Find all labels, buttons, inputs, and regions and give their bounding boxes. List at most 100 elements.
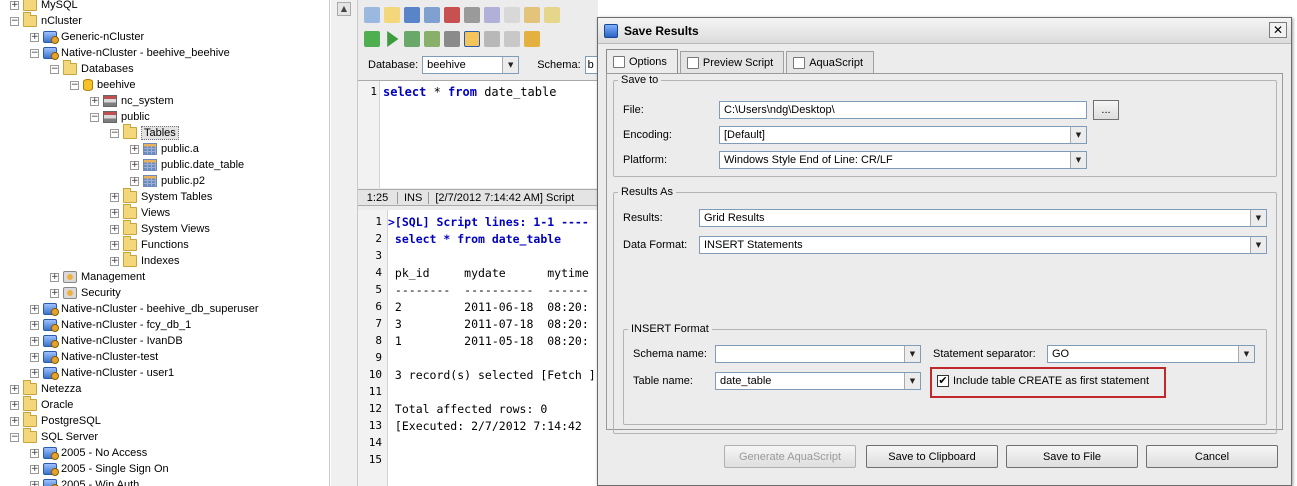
tree-item[interactable]: − Native-nCluster - beehive_beehive xyxy=(30,45,230,61)
expand-icon[interactable]: + xyxy=(130,144,139,154)
tree-item[interactable]: + Native-nCluster - fcy_db_1 xyxy=(30,317,191,333)
new-script-icon[interactable] xyxy=(364,7,380,23)
expand-icon[interactable]: + xyxy=(10,0,19,10)
expand-icon[interactable]: + xyxy=(110,224,119,234)
save-all-icon[interactable] xyxy=(424,7,440,23)
collapse-icon[interactable]: − xyxy=(90,112,99,122)
tree-item[interactable]: − beehive xyxy=(70,77,136,93)
collapse-icon[interactable]: − xyxy=(70,80,79,90)
tree-item[interactable]: − SQL Server xyxy=(10,428,98,445)
save-to-clipboard-button[interactable]: Save to Clipboard xyxy=(866,445,998,468)
scroll-up-arrow-icon[interactable]: ▲ xyxy=(337,2,351,16)
chevron-down-icon[interactable]: ▼ xyxy=(904,373,920,389)
execute-selection-icon[interactable] xyxy=(424,31,440,47)
table-name-select[interactable]: date_table ▼ xyxy=(715,372,921,390)
tree-item[interactable]: + Native-nCluster - beehive_db_superuser xyxy=(30,301,259,317)
schema-name-select[interactable]: ▼ xyxy=(715,345,921,363)
tree-item[interactable]: + Native-nCluster-test xyxy=(30,349,158,365)
tree-item[interactable]: +2005 - No Access xyxy=(30,445,147,461)
chevron-down-icon[interactable]: ▼ xyxy=(1070,152,1086,168)
include-create-label[interactable]: Include table CREATE as first statement xyxy=(953,375,1149,387)
chevron-down-icon[interactable]: ▼ xyxy=(1250,210,1266,226)
database-select[interactable]: beehive ▼ xyxy=(422,56,520,74)
browse-button[interactable]: ... xyxy=(1093,100,1119,120)
open-folder-icon[interactable] xyxy=(384,7,400,23)
expand-icon[interactable]: + xyxy=(130,160,139,170)
chevron-down-icon[interactable]: ▼ xyxy=(904,346,920,362)
tree-item[interactable]: + Generic-nCluster xyxy=(30,29,144,45)
statement-separator-select[interactable]: GO ▼ xyxy=(1047,345,1255,363)
expand-icon[interactable]: + xyxy=(30,304,39,314)
tree-item[interactable]: − Tables xyxy=(110,124,179,141)
tree-item[interactable]: + MySQL xyxy=(10,0,78,13)
left-splitter-scrollbar[interactable]: ▲ xyxy=(331,0,358,486)
execute-icon[interactable] xyxy=(387,31,399,47)
tree-item[interactable]: + System Views xyxy=(110,220,210,237)
expand-icon[interactable]: + xyxy=(30,352,39,362)
tree-item[interactable]: + Netezza xyxy=(10,380,81,397)
tree-item[interactable]: + Oracle xyxy=(10,396,73,413)
data-format-select[interactable]: INSERT Statements ▼ xyxy=(699,236,1267,254)
expand-icon[interactable]: + xyxy=(10,416,19,426)
tree-item[interactable]: +2005 - Win Auth xyxy=(30,477,139,486)
expand-icon[interactable]: + xyxy=(110,192,119,202)
expand-icon[interactable]: + xyxy=(30,32,39,42)
expand-icon[interactable]: + xyxy=(10,384,19,394)
tree-item[interactable]: +2005 - Single Sign On xyxy=(30,461,169,477)
expand-icon[interactable]: + xyxy=(50,272,59,282)
expand-icon[interactable]: + xyxy=(110,208,119,218)
tree-item[interactable]: − nCluster xyxy=(10,12,82,29)
tree-item[interactable]: + nc_system xyxy=(90,93,174,109)
schema-select[interactable]: b xyxy=(584,56,598,74)
expand-icon[interactable]: + xyxy=(110,240,119,250)
chevron-down-icon[interactable]: ▼ xyxy=(1070,127,1086,143)
paste-icon[interactable] xyxy=(524,7,540,23)
tree-item[interactable]: + PostgreSQL xyxy=(10,412,101,429)
sql-editor-pane[interactable]: 1 select * from date_table xyxy=(358,80,598,188)
execute-all-icon[interactable] xyxy=(364,31,380,47)
tree-item[interactable]: + Security xyxy=(50,285,121,301)
expand-icon[interactable]: + xyxy=(30,448,39,458)
tree-item[interactable]: + Views xyxy=(110,204,170,221)
expand-icon[interactable]: + xyxy=(30,480,39,486)
expand-icon[interactable]: + xyxy=(50,288,59,298)
collapse-icon[interactable]: − xyxy=(10,432,19,442)
next-result-icon[interactable] xyxy=(504,31,520,47)
tab-options[interactable]: Options xyxy=(606,49,678,73)
save-to-file-button[interactable]: Save to File xyxy=(1006,445,1138,468)
save-icon[interactable] xyxy=(404,7,420,23)
cut-icon[interactable] xyxy=(484,7,500,23)
tools-icon[interactable] xyxy=(524,31,540,47)
sql-text[interactable]: select * from date_table xyxy=(383,85,556,99)
include-create-row[interactable]: ✔ Include table CREATE as first statemen… xyxy=(937,375,1149,387)
file-input[interactable]: C:\Users\ndg\Desktop\ xyxy=(719,101,1087,119)
tree-item[interactable]: + Native-nCluster - IvanDB xyxy=(30,333,183,349)
expand-icon[interactable]: + xyxy=(30,336,39,346)
include-create-checkbox[interactable]: ✔ xyxy=(937,375,949,387)
expand-icon[interactable]: + xyxy=(30,320,39,330)
print-icon[interactable] xyxy=(464,7,480,23)
tab-preview-script[interactable]: Preview Script xyxy=(679,51,785,73)
tree-item[interactable]: + System Tables xyxy=(110,188,212,205)
tree-item[interactable]: + public.date_table xyxy=(130,157,244,173)
expand-icon[interactable]: + xyxy=(90,96,99,106)
cancel-button[interactable]: Cancel xyxy=(1146,445,1278,468)
prev-result-icon[interactable] xyxy=(484,31,500,47)
output-pane[interactable]: 1 >[SQL] Script lines: 1-1 ---- 2 select *… xyxy=(358,210,598,486)
tab-aquascript[interactable]: AquaScript xyxy=(786,51,875,73)
close-button[interactable]: ✕ xyxy=(1269,22,1287,38)
encoding-select[interactable]: [Default] ▼ xyxy=(719,126,1087,144)
tree-item[interactable]: − Databases xyxy=(50,60,134,77)
generate-aquascript-button[interactable]: Generate AquaScript xyxy=(724,445,856,468)
tree-item[interactable]: + Native-nCluster - user1 xyxy=(30,365,174,381)
chevron-down-icon[interactable]: ▼ xyxy=(1238,346,1254,362)
collapse-icon[interactable]: − xyxy=(30,48,39,58)
tree-item[interactable]: + public.p2 xyxy=(130,173,205,189)
tree-item[interactable]: − public xyxy=(90,109,150,125)
collapse-icon[interactable]: − xyxy=(50,64,59,74)
results-select[interactable]: Grid Results ▼ xyxy=(699,209,1267,227)
stop-icon[interactable] xyxy=(444,31,460,47)
dialog-titlebar[interactable]: Save Results ✕ xyxy=(598,18,1291,44)
collapse-icon[interactable]: − xyxy=(110,128,119,138)
undo-icon[interactable] xyxy=(544,7,560,23)
